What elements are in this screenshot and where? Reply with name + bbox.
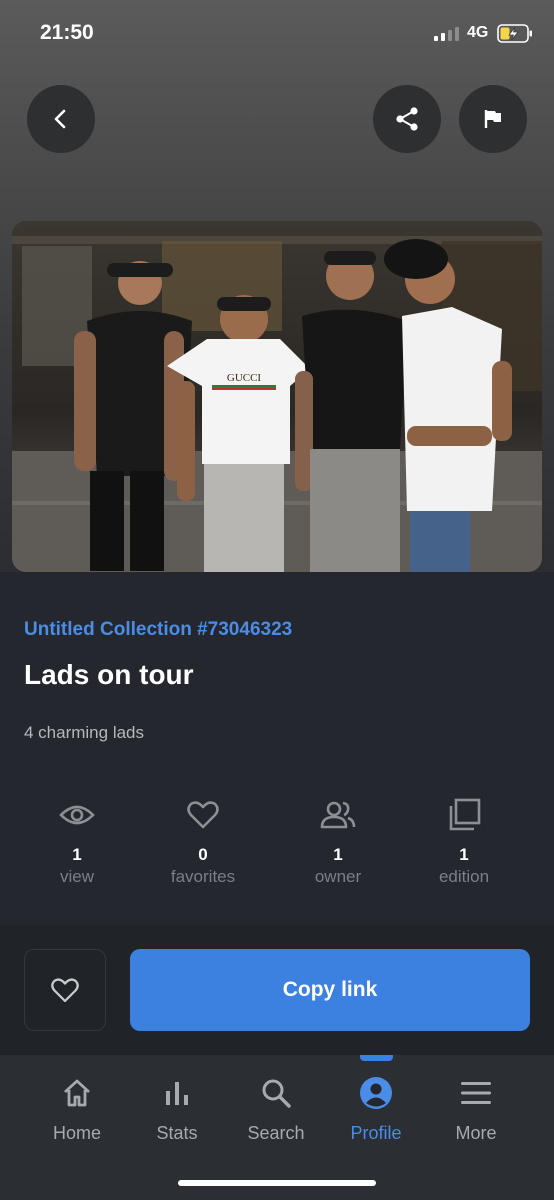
home-icon: [64, 1079, 90, 1107]
stat-owners: 1 owner: [283, 795, 393, 887]
active-tab-indicator: [360, 1055, 393, 1061]
stat-favorites: 0 favorites: [148, 795, 258, 887]
shirt-text: GUCCI: [227, 372, 262, 384]
tab-label: Stats: [156, 1123, 198, 1143]
stat-value: 1: [72, 845, 82, 864]
stat-views: 1 view: [22, 795, 132, 887]
favorite-button[interactable]: [24, 949, 106, 1031]
eye-icon: [59, 805, 95, 825]
search-icon: [262, 1079, 291, 1108]
tab-label: More: [455, 1123, 497, 1143]
status-time: 21:50: [40, 21, 94, 44]
users-icon: [320, 801, 356, 829]
profile-icon: [360, 1077, 392, 1109]
copy-link-button[interactable]: Copy link: [130, 949, 530, 1031]
tab-home[interactable]: Home: [27, 1075, 127, 1144]
collection-link[interactable]: Untitled Collection #73046323: [24, 619, 292, 641]
stat-value: 1: [459, 845, 469, 864]
heart-icon: [187, 801, 219, 829]
status-bar: 21:50 4G: [0, 0, 554, 64]
stat-label: view: [59, 867, 94, 886]
action-bar: Copy link: [0, 925, 554, 1055]
tab-profile[interactable]: Profile: [326, 1075, 426, 1144]
stat-label: owner: [314, 867, 362, 886]
bar-chart-icon: [166, 1082, 188, 1105]
flag-icon: [484, 110, 501, 128]
stat-value: 1: [333, 845, 343, 864]
tab-label: Profile: [350, 1123, 402, 1143]
tab-search[interactable]: Search: [226, 1075, 326, 1144]
heart-icon: [51, 977, 79, 1002]
nft-photo: GUCCI: [12, 221, 542, 572]
stat-label: favorites: [170, 867, 236, 886]
item-title: Lads on tour: [24, 659, 194, 690]
network-label: 4G: [467, 24, 489, 41]
stat-value: 0: [198, 845, 208, 864]
tab-label: Search: [247, 1123, 305, 1143]
tab-label: Home: [52, 1123, 101, 1143]
report-button[interactable]: [459, 85, 527, 153]
signal-icon: [434, 27, 459, 41]
stat-label: edition: [438, 867, 490, 886]
back-button[interactable]: [27, 85, 95, 153]
chevron-left-icon: [54, 109, 66, 129]
battery-charging-icon: [497, 24, 532, 43]
menu-icon: [461, 1082, 491, 1104]
tab-bar: Home Stats Search Profile More: [0, 1055, 554, 1200]
item-description: 4 charming lads: [24, 723, 145, 742]
home-indicator: [178, 1180, 376, 1186]
tab-stats[interactable]: Stats: [127, 1075, 227, 1144]
copies-icon: [449, 798, 481, 831]
share-icon: [396, 107, 418, 131]
stats-row: 1 view 0 favorites 1 owner 1 edition: [0, 795, 554, 895]
tab-more[interactable]: More: [426, 1075, 526, 1144]
stat-editions: 1 edition: [409, 795, 519, 887]
nft-image[interactable]: GUCCI: [12, 221, 542, 572]
share-button[interactable]: [373, 85, 441, 153]
